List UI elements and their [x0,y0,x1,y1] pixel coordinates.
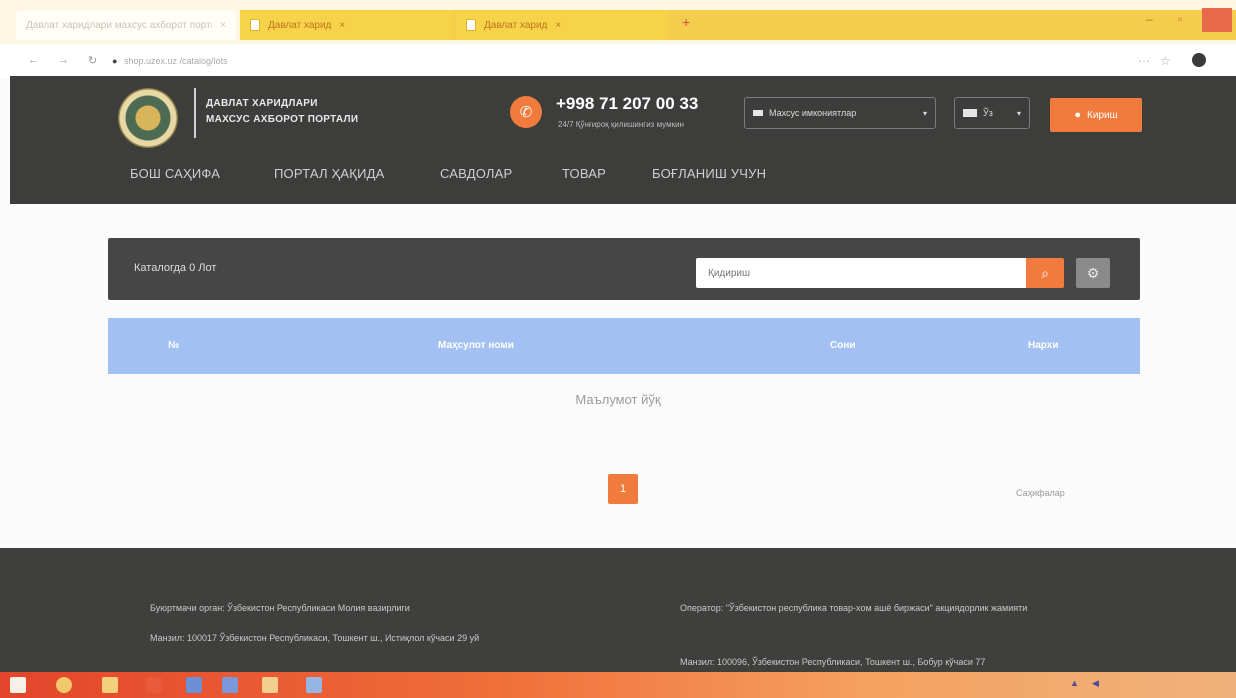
site-header: ДАВЛАТ ХАРИДЛАРИ МАХСУС АХБОРОТ ПОРТАЛИ … [10,76,1236,204]
url-path: /catalog/lots [179,56,228,66]
column-header-quantity[interactable]: Сони [830,340,856,351]
brand-title-line-1: ДАВЛАТ ХАРИДЛАРИ [206,98,318,109]
support-phone-number[interactable]: +998 71 207 00 33 [556,94,698,114]
search-button[interactable]: ⌕ [1026,258,1064,288]
language-dropdown[interactable]: Ўз ▾ [954,97,1030,129]
url-domain: shop.uzex.uz [123,56,177,66]
document-icon [250,19,260,31]
close-tab-icon[interactable]: × [220,20,226,31]
logo-divider [194,88,196,138]
translate-icon[interactable]: ⋯ [1138,54,1150,68]
coat-of-arms-logo[interactable] [118,88,178,148]
close-tab-icon[interactable]: × [555,20,561,31]
pagination-page-count: Саҳифалар [1016,488,1065,498]
brand-title-line-2: МАХСУС АХБОРОТ ПОРТАЛИ [206,114,359,125]
lock-icon: ● [112,56,118,66]
document-icon [466,19,476,31]
tab-title: Давлат харидлари махсус ахборот портали [26,19,213,31]
main-navigation: БОШ САҲИФА ПОРТАЛ ҲАҚИДА САВДОЛАР ТОВАР … [10,164,1236,188]
login-button-label: Кириш [1087,109,1118,121]
os-taskbar: ▲ ◀ [0,672,1236,698]
accessibility-dropdown-label: Махсус имкониятлар [769,108,857,118]
catalog-toolbar: Каталогда 0 Лот ⌕ ⚙ [108,238,1140,300]
support-phone-note: 24/7 Қўнғироқ қилишингиз мумкин [558,120,684,129]
login-button[interactable]: ● Кириш [1050,98,1142,132]
address-bar-row: ← → ↻ ● shop.uzex.uz /catalog/lots ⋯ ☆ [0,44,1236,78]
pagination-page-button[interactable]: 1 [608,474,638,504]
site-footer: Буюртмачи орган: Ўзбекистон Республикаси… [0,548,1236,672]
language-dropdown-label: Ўз [983,108,993,118]
empty-table-message: Маълумот йўқ [575,392,661,407]
browser-app-icon[interactable] [56,677,72,693]
forward-arrow-icon[interactable]: → [58,54,69,66]
footer-operator-address: Манзил: 100096, Ўзбекистон Республикаси,… [680,657,986,667]
profile-avatar[interactable] [1192,53,1206,67]
gear-icon: ⚙ [1086,264,1100,281]
new-tab-button[interactable]: + [682,14,690,30]
browser-tab[interactable]: Давлат харид × [240,10,452,40]
browser-tab-strip: Давлат харидлари махсус ахборот портали … [0,0,1236,44]
search-icon: ⌕ [1041,264,1049,281]
close-window-button[interactable] [1202,8,1232,32]
column-header-number[interactable]: № [168,340,179,351]
catalog-lot-count: Каталогда 0 Лот [134,262,217,274]
nav-item-goods[interactable]: ТОВАР [562,166,606,181]
network-icon[interactable]: ▲ [1070,678,1079,688]
app-icon[interactable] [186,677,202,693]
reload-icon[interactable]: ↻ [88,54,97,67]
app-icon[interactable] [146,677,162,693]
browser-tab-active[interactable]: Давлат харидлари махсус ахборот портали … [16,10,236,40]
accessibility-dropdown[interactable]: Махсус имкониятлар ▾ [744,97,936,129]
app-icon[interactable] [262,677,278,693]
maximize-window-button[interactable]: ▫ [1178,12,1182,26]
footer-operator: Оператор: "Ўзбекистон республика товар-х… [680,603,1028,613]
start-menu-icon[interactable] [10,677,26,693]
nav-item-home[interactable]: БОШ САҲИФА [130,166,220,181]
user-icon: ● [1074,109,1082,121]
volume-icon[interactable]: ◀ [1092,678,1099,689]
lots-table-header: № Маҳсулот номи Сони Нархи [108,318,1140,374]
search-input[interactable] [696,258,1026,288]
bookmark-star-icon[interactable]: ☆ [1160,54,1171,68]
column-header-price[interactable]: Нархи [1028,340,1058,351]
footer-customer-org: Буюртмачи орган: Ўзбекистон Республикаси… [150,603,410,613]
nav-item-trades[interactable]: САВДОЛАР [440,166,512,181]
phone-icon: ✆ [510,96,542,128]
tab-title: Давлат харид [484,19,548,31]
browser-tab[interactable]: Давлат харид × [456,10,668,40]
nav-item-about[interactable]: ПОРТАЛ ҲАҚИДА [274,166,385,181]
chevron-down-icon: ▾ [922,108,927,118]
flag-icon [963,109,977,117]
url-field[interactable]: ● shop.uzex.uz /catalog/lots [112,56,228,66]
app-icon[interactable] [222,677,238,693]
close-tab-icon[interactable]: × [339,20,345,31]
app-icon[interactable] [306,677,322,693]
filter-settings-button[interactable]: ⚙ [1076,258,1110,288]
file-explorer-icon[interactable] [102,677,118,693]
nav-item-contact[interactable]: БОҒЛАНИШ УЧУН [652,166,766,181]
footer-customer-address: Манзил: 100017 Ўзбекистон Республикаси, … [150,633,480,643]
screen: Давлат харидлари махсус ахборот портали … [0,0,1236,698]
eye-icon [753,110,763,116]
tab-title: Давлат харид [268,19,332,31]
chevron-down-icon: ▾ [1016,108,1021,118]
back-arrow-icon[interactable]: ← [28,54,39,66]
column-header-product-name[interactable]: Маҳсулот номи [438,340,514,351]
minimize-window-button[interactable]: – [1146,12,1153,26]
